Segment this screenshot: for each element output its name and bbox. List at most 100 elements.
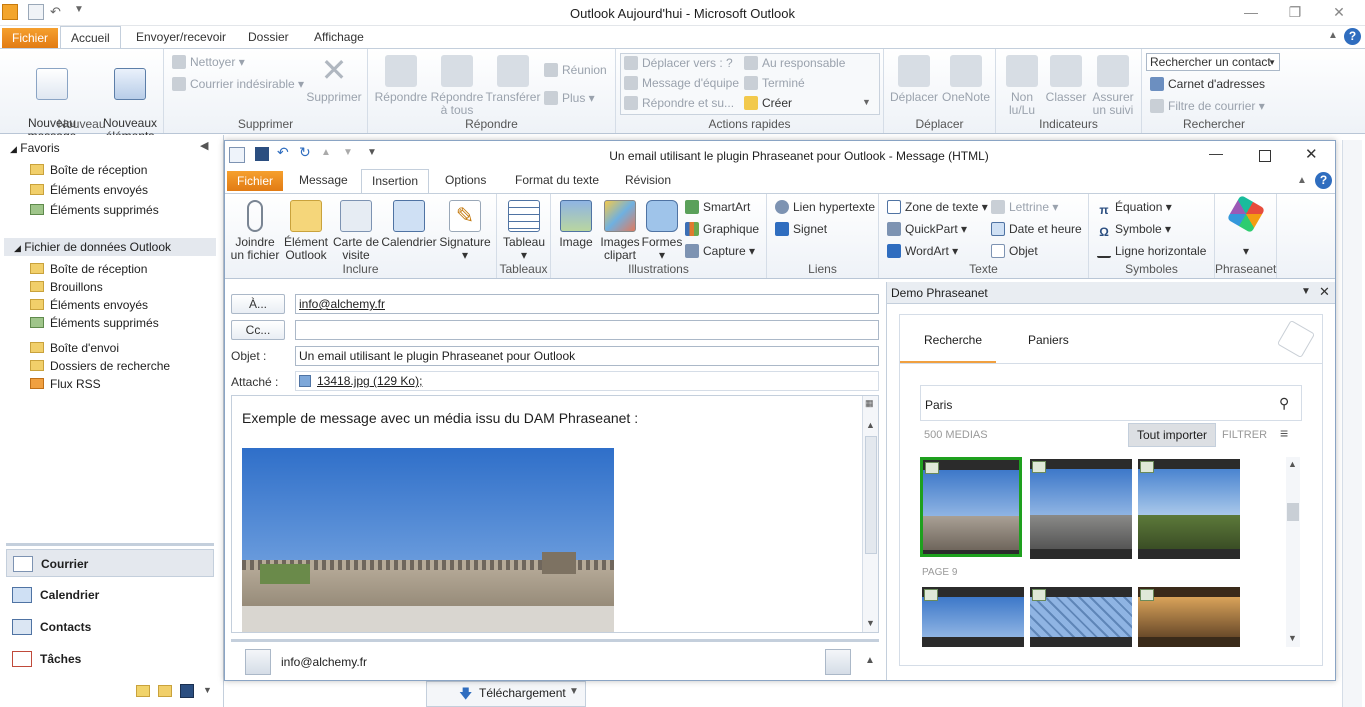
restore-icon[interactable]: ❐: [1280, 4, 1310, 21]
ligne-horizontale-button[interactable]: Ligne horizontale: [1097, 242, 1206, 260]
signature-button[interactable]: ✎ Signature ▾: [437, 200, 493, 262]
quickpart-button[interactable]: QuickPart ▾: [887, 220, 967, 238]
qat-dropdown-icon[interactable]: ▼: [367, 147, 377, 158]
repondre-button[interactable]: Répondre: [372, 55, 430, 104]
thumbnail[interactable]: [1030, 459, 1132, 559]
up-arrow-icon[interactable]: ▲: [321, 147, 331, 158]
panel-menu-icon[interactable]: ▼: [1301, 286, 1311, 297]
tab-insertion[interactable]: Insertion: [361, 169, 430, 193]
configure-buttons-icon[interactable]: ▼: [203, 685, 212, 695]
chevron-down-icon[interactable]: ▼: [569, 686, 579, 697]
tab-options[interactable]: Options: [435, 169, 496, 191]
filter-button[interactable]: FILTRER: [1222, 429, 1267, 441]
lettrine-button[interactable]: Lettrine ▾: [991, 198, 1058, 216]
scroll-down-icon[interactable]: ▼: [1288, 633, 1297, 643]
tab-dossier[interactable]: Dossier: [238, 26, 299, 48]
joindre-fichier-button[interactable]: Joindre un fichier: [229, 200, 281, 262]
lien-hypertexte-button[interactable]: Lien hypertexte: [775, 198, 875, 216]
tab-affichage[interactable]: Affichage: [304, 26, 374, 48]
tab-envoyer-recevoir[interactable]: Envoyer/recevoir: [126, 26, 236, 48]
objet-button[interactable]: Objet: [991, 242, 1038, 260]
search-input[interactable]: Paris ⚲: [920, 385, 1302, 421]
formes-button[interactable]: Formes ▾: [641, 200, 683, 262]
minimize-icon[interactable]: —: [1209, 145, 1223, 161]
carnet-adresses-button[interactable]: Carnet d'adresses: [1150, 75, 1265, 93]
people-pane-splitter[interactable]: [231, 639, 879, 642]
courrier-indesirable-button[interactable]: Courrier indésirable ▾: [172, 75, 304, 93]
to-button[interactable]: À...: [231, 294, 285, 314]
tab-fichier[interactable]: Fichier: [2, 28, 59, 48]
nav-splitter[interactable]: [6, 543, 214, 546]
repondre-tous-button[interactable]: Répondre à tous: [428, 55, 486, 117]
import-all-button[interactable]: Tout importer: [1128, 423, 1216, 447]
scroll-thumb[interactable]: [865, 436, 877, 554]
graphique-button[interactable]: Graphique: [685, 220, 759, 238]
quickstep-equipe[interactable]: Message d'équipe: [624, 74, 739, 92]
outer-scrollbar[interactable]: [1342, 140, 1362, 707]
help-icon[interactable]: ?: [1315, 172, 1332, 189]
deplacer-button[interactable]: Déplacer: [888, 55, 940, 104]
thumbnail-selected[interactable]: [920, 457, 1022, 557]
images-clipart-button[interactable]: Images clipart: [597, 200, 643, 262]
phraseanet-button[interactable]: ▾: [1219, 194, 1273, 258]
nav-sent[interactable]: Éléments envoyés: [30, 296, 148, 314]
notes-icon[interactable]: [136, 685, 150, 697]
tab-message[interactable]: Message: [289, 169, 358, 191]
reunion-button[interactable]: Réunion: [544, 61, 607, 79]
shortcuts-icon[interactable]: [180, 684, 194, 698]
tab-format-texte[interactable]: Format du texte: [505, 169, 609, 191]
to-field[interactable]: info@alchemy.fr: [295, 294, 879, 314]
thumbnail[interactable]: [922, 587, 1024, 647]
search-contact-input[interactable]: Rechercher un contact ▼: [1146, 53, 1280, 71]
module-contacts[interactable]: Contacts: [6, 613, 214, 641]
help-icon[interactable]: ?: [1344, 28, 1361, 45]
close-icon[interactable]: ✕: [1305, 145, 1318, 163]
folder-list-icon[interactable]: [158, 685, 172, 697]
favorites-header[interactable]: ◢ Favoris: [0, 139, 216, 157]
quickstep-responsable[interactable]: Au responsable: [744, 54, 845, 72]
calendrier-button[interactable]: Calendrier: [381, 200, 437, 249]
close-icon[interactable]: ✕: [1324, 4, 1354, 21]
scroll-thumb[interactable]: [1287, 503, 1299, 521]
nav-rss[interactable]: Flux RSS: [30, 375, 101, 393]
plus-button[interactable]: Plus ▾: [544, 89, 595, 107]
equation-button[interactable]: π Équation ▾: [1097, 198, 1171, 217]
panel-scrollbar[interactable]: ▲ ▼: [1286, 457, 1300, 647]
tableau-button[interactable]: Tableau ▾: [499, 200, 549, 262]
cc-button[interactable]: Cc...: [231, 320, 285, 340]
module-courrier[interactable]: Courrier: [6, 549, 214, 577]
nettoyer-button[interactable]: Nettoyer ▾: [172, 53, 245, 71]
subject-field[interactable]: Un email utilisant le plugin Phraseanet …: [295, 346, 879, 366]
down-arrow-icon[interactable]: ▼: [343, 147, 353, 158]
scroll-up-icon[interactable]: ▲: [1288, 459, 1297, 469]
louvre-photo[interactable]: [242, 448, 614, 632]
carte-visite-button[interactable]: Carte de visite: [331, 200, 381, 262]
symbole-button[interactable]: Ω Symbole ▾: [1097, 220, 1171, 239]
module-calendrier[interactable]: Calendrier: [6, 581, 214, 609]
nav-fav-sent[interactable]: Éléments envoyés: [30, 181, 148, 199]
tab-revision[interactable]: Révision: [615, 169, 681, 191]
transferer-button[interactable]: Transférer: [484, 55, 542, 104]
tab-accueil[interactable]: Accueil: [60, 26, 121, 48]
tab-fichier[interactable]: Fichier: [227, 171, 284, 191]
redo-icon[interactable]: ↻: [299, 144, 311, 161]
date-heure-button[interactable]: Date et heure: [991, 220, 1082, 238]
data-file-header[interactable]: ◢ Fichier de données Outlook: [4, 238, 216, 256]
quickstep-creer[interactable]: Créer: [744, 94, 792, 112]
signet-button[interactable]: Signet: [775, 220, 827, 238]
scroll-down-icon[interactable]: ▼: [866, 618, 875, 628]
quickstep-termine[interactable]: Terminé: [744, 74, 805, 92]
quickstep-repondre[interactable]: Répondre et su...: [624, 94, 734, 112]
zone-texte-button[interactable]: Zone de texte ▾: [887, 198, 988, 216]
nav-inbox[interactable]: Boîte de réception: [30, 260, 147, 278]
message-body[interactable]: Exemple de message avec un média issu du…: [231, 395, 879, 633]
thumbnail[interactable]: [1138, 459, 1240, 559]
cc-field[interactable]: [295, 320, 879, 340]
quickstep-deplacer[interactable]: Déplacer vers : ?: [624, 54, 733, 72]
nav-drafts[interactable]: Brouillons: [30, 278, 103, 296]
nav-outbox[interactable]: Boîte d'envoi: [30, 339, 119, 357]
expand-people-icon[interactable]: ▲: [865, 655, 875, 666]
image-button[interactable]: Image: [553, 200, 599, 249]
wordart-button[interactable]: WordArt ▾: [887, 242, 958, 260]
element-outlook-button[interactable]: Élément Outlook: [281, 200, 331, 262]
